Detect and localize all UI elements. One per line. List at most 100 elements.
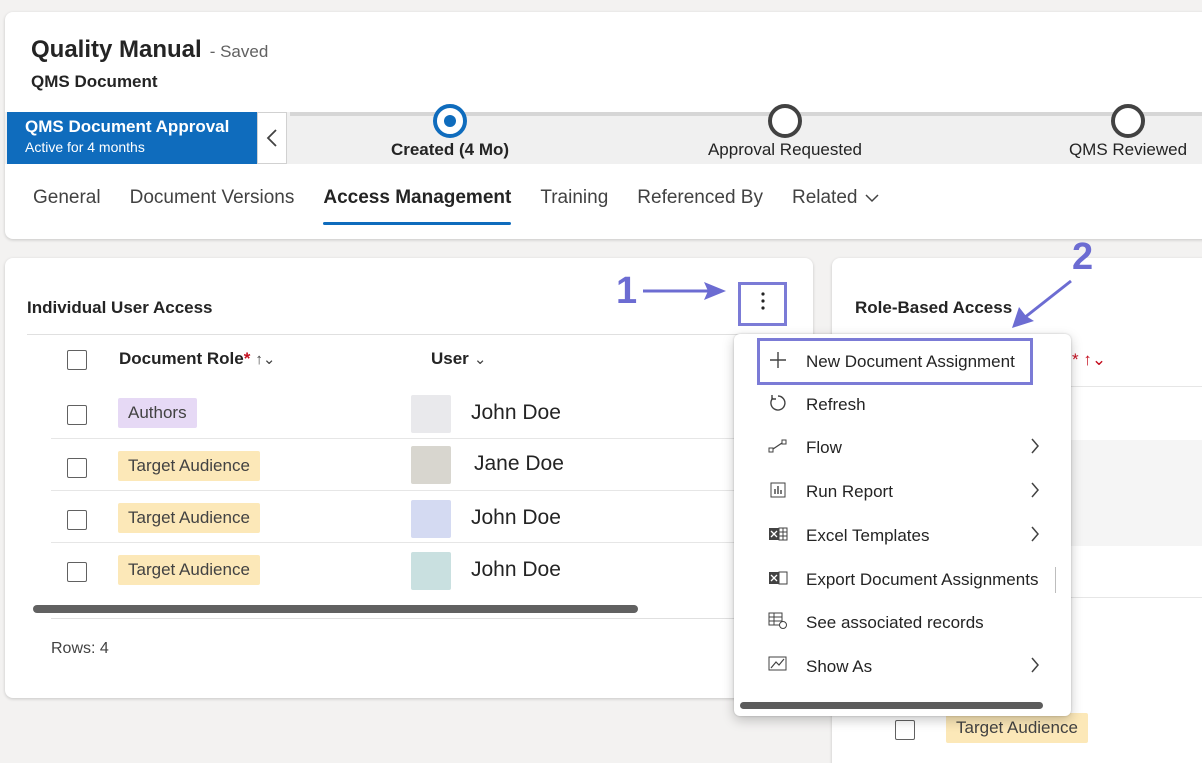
annotation-step-2: 2 (1072, 236, 1094, 278)
tab-document-versions[interactable]: Document Versions (130, 187, 295, 225)
save-status: - Saved (209, 42, 269, 61)
menu-item-label: Export Document Assignments (806, 570, 1039, 589)
row-checkbox[interactable] (67, 405, 87, 425)
excel-template-icon (767, 525, 789, 548)
menu-item-show-as[interactable]: Show As (734, 647, 1071, 687)
subgrid-title: Individual User Access (27, 298, 213, 317)
entity-name: QMS Document (31, 72, 158, 91)
role-tag[interactable]: Target Audience (946, 713, 1088, 743)
row-count: Rows: 4 (51, 640, 109, 657)
column-header-user[interactable]: User ⌄ (431, 349, 486, 369)
grid-header: Document Role* ↑⌄ User ⌄ (27, 346, 787, 386)
role-tag[interactable]: Target Audience (118, 555, 260, 585)
overflow-context-menu: New Document Assignment Refresh Flow Run… (734, 334, 1071, 716)
chart-icon (767, 656, 789, 679)
avatar (411, 552, 451, 590)
tab-training[interactable]: Training (540, 187, 608, 225)
stage-label: Created (4 Mo) (390, 140, 510, 159)
user-name[interactable]: John Doe (471, 401, 561, 425)
role-tag[interactable]: Target Audience (118, 451, 260, 481)
partial-header: * ↑⌄ (1072, 350, 1107, 369)
refresh-icon (767, 394, 789, 417)
horizontal-scrollbar[interactable] (33, 605, 638, 613)
select-all-checkbox[interactable] (67, 350, 87, 370)
process-duration: Active for 4 months (25, 139, 145, 155)
annotation-step-1: 1 (616, 270, 638, 312)
menu-item-flow[interactable]: Flow (734, 428, 1071, 468)
user-name[interactable]: John Doe (471, 506, 561, 530)
avatar (411, 395, 451, 433)
row-checkbox[interactable] (67, 510, 87, 530)
role-tag[interactable]: Authors (118, 398, 197, 428)
divider (1055, 567, 1056, 593)
more-vertical-icon (760, 291, 766, 317)
sort-ascending-icon: ↑⌄ (255, 351, 276, 368)
row-checkbox[interactable] (895, 720, 915, 740)
chevron-down-icon (865, 191, 879, 206)
divider (27, 334, 787, 335)
stage-active-icon (433, 104, 467, 138)
record-title: Quality Manual (31, 36, 202, 63)
row-checkbox[interactable] (67, 458, 87, 478)
annotation-highlight-box (757, 338, 1033, 385)
menu-item-see-associated-records[interactable]: See associated records (734, 603, 1071, 643)
menu-item-label: Show As (806, 657, 873, 676)
tab-related[interactable]: Related (792, 187, 880, 225)
tab-related-label: Related (791, 187, 858, 208)
individual-user-access-card: Individual User Access Document Role* ↑⌄ … (5, 258, 813, 698)
user-name[interactable]: Jane Doe (474, 452, 564, 476)
column-header-document-role[interactable]: Document Role* ↑⌄ (119, 349, 275, 369)
chevron-down-icon: ⌄ (473, 351, 487, 368)
menu-item-label: Flow (806, 438, 842, 457)
menu-item-refresh[interactable]: Refresh (734, 385, 1071, 425)
table-row[interactable]: Target Audience John Doe (51, 544, 741, 596)
form-tabs: General Document Versions Access Managem… (33, 187, 908, 225)
table-row[interactable]: Target Audience John Doe (51, 491, 741, 543)
menu-item-label: See associated records (806, 613, 984, 632)
row-checkbox[interactable] (67, 562, 87, 582)
stage-approval-requested[interactable]: Approval Requested (700, 104, 870, 160)
required-indicator: * (243, 349, 251, 368)
column-label: Document Role (119, 349, 244, 368)
user-name[interactable]: John Doe (471, 558, 561, 582)
subgrid-title: Role-Based Access (855, 298, 1013, 317)
process-name: QMS Document Approval (25, 117, 230, 136)
menu-item-label: Excel Templates (806, 526, 930, 545)
menu-item-label: Run Report (806, 482, 893, 501)
avatar (411, 446, 451, 484)
stage-label: Approval Requested (707, 140, 863, 159)
avatar (411, 500, 451, 538)
menu-item-run-report[interactable]: Run Report (734, 472, 1071, 512)
flow-icon (767, 438, 789, 459)
chevron-right-icon (1030, 523, 1040, 549)
table-row[interactable]: Authors John Doe (51, 387, 741, 439)
tab-general[interactable]: General (33, 187, 101, 225)
chevron-right-icon (1030, 435, 1040, 461)
menu-horizontal-scrollbar[interactable] (740, 702, 1043, 709)
divider (51, 618, 786, 619)
title-row: Quality Manual - Saved (31, 36, 268, 64)
menu-item-excel-templates[interactable]: Excel Templates (734, 516, 1071, 556)
menu-item-export-document-assignments[interactable]: Export Document Assignments (734, 560, 1071, 600)
column-header-partial[interactable]: * ↑⌄ (1072, 350, 1106, 370)
tab-referenced-by[interactable]: Referenced By (637, 187, 763, 225)
table-row[interactable]: Target Audience Jane Doe (51, 439, 741, 491)
report-icon (767, 481, 789, 504)
active-process-flag[interactable]: QMS Document Approval Active for 4 month… (7, 112, 257, 164)
chevron-right-icon (1030, 479, 1040, 505)
record-header: Quality Manual - Saved QMS Document QMS … (5, 12, 1202, 239)
stage-inactive-icon (768, 104, 802, 138)
column-label: User (431, 349, 469, 368)
stage-label: QMS Reviewed (1068, 140, 1188, 159)
stage-qms-reviewed[interactable]: QMS Reviewed (1058, 104, 1198, 160)
tab-access-management[interactable]: Access Management (323, 187, 511, 225)
excel-export-icon (767, 569, 789, 592)
chevron-left-icon[interactable] (257, 112, 287, 164)
menu-item-label: Refresh (806, 395, 866, 414)
stage-inactive-icon (1111, 104, 1145, 138)
stage-created[interactable]: Created (4 Mo) (388, 104, 512, 160)
chevron-right-icon (1030, 654, 1040, 680)
associated-records-icon (767, 612, 789, 635)
more-commands-button[interactable] (738, 282, 787, 326)
role-tag[interactable]: Target Audience (118, 503, 260, 533)
